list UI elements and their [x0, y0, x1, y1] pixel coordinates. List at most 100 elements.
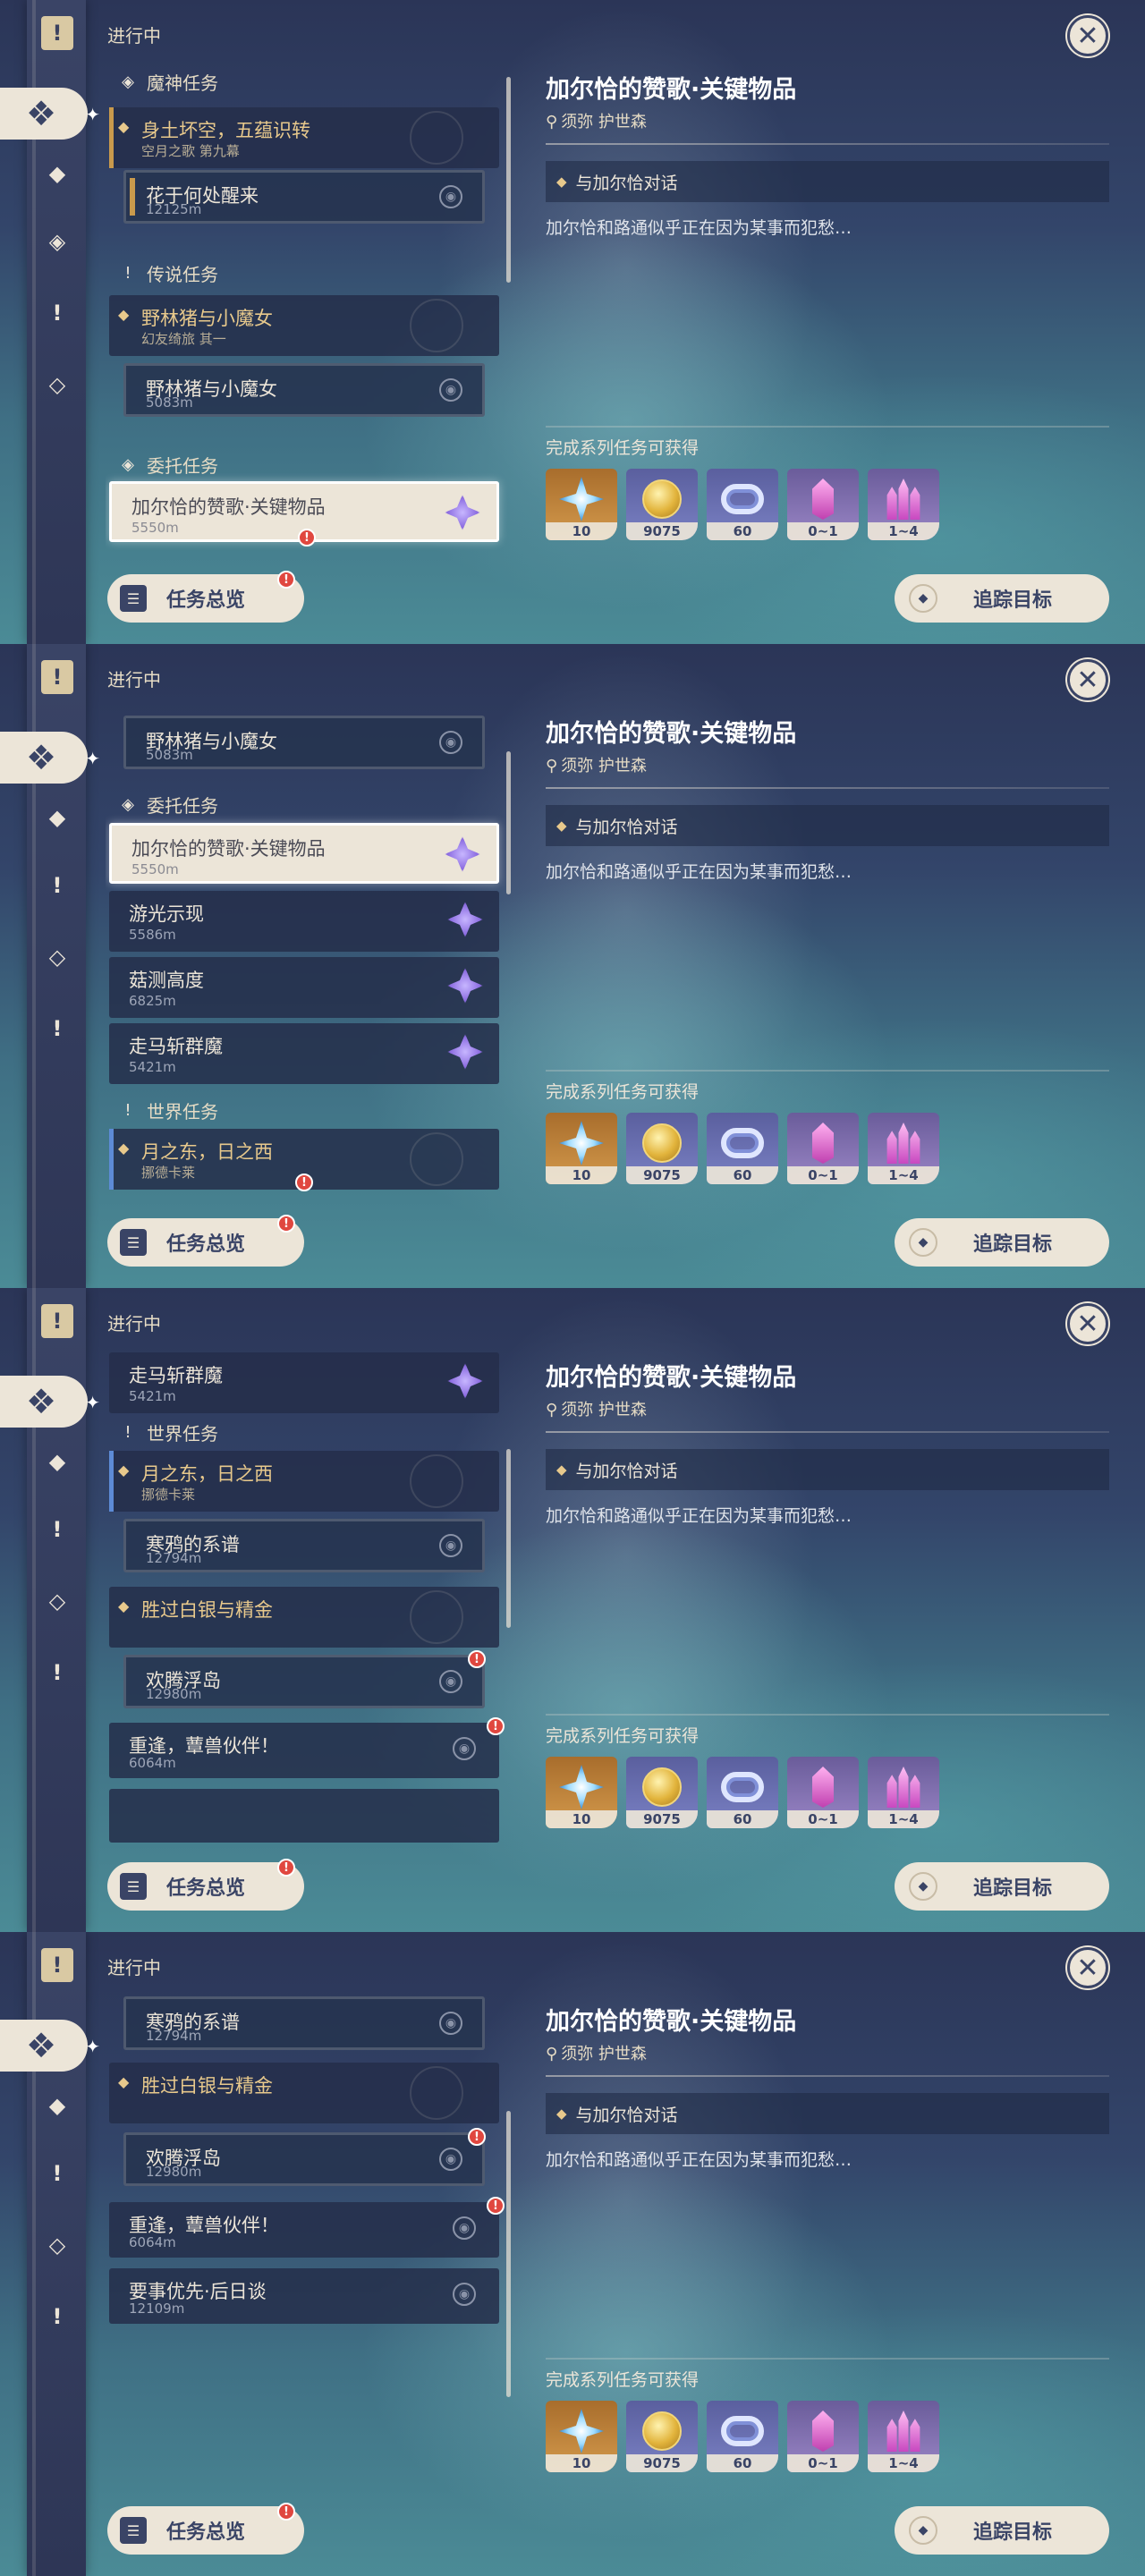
track-target-button[interactable]: ◆ 追踪目标 [895, 2506, 1109, 2555]
commission-icon: ◈ [122, 454, 134, 474]
sidebar-item-all-quests[interactable]: ❖ ✦ [0, 2020, 100, 2072]
legend-quest-filter-icon[interactable]: ◆ [43, 1447, 72, 1476]
bookmark-icon[interactable]: ! [41, 1948, 73, 1982]
reward-crystal[interactable]: 0~1 [787, 1757, 859, 1828]
quest-item[interactable]: ◆ 野林猪与小魔女 幻友绮旅 其一 [109, 295, 499, 356]
close-button[interactable]: ✕ [1067, 659, 1108, 700]
location-text: 须弥 护世森 [561, 757, 647, 775]
reward-crystal[interactable]: 0~1 [787, 2401, 859, 2472]
quest-step[interactable]: 欢腾浮岛 12980m ◉ ! [123, 1650, 486, 1708]
commission-filter-icon[interactable]: ◇ [43, 1587, 72, 1615]
scrollbar[interactable] [506, 77, 511, 283]
quest-item[interactable]: ◆ 胜过白银与精金 [109, 1587, 499, 1648]
quest-item[interactable]: 重逢，蕈兽伙伴！ 6064m ◉ ! [109, 2197, 505, 2258]
quest-item[interactable]: 要事优先·后日谈 12109m ◉ [109, 2268, 499, 2324]
location-pin-icon[interactable]: ◉ [453, 2216, 476, 2240]
scrollbar[interactable] [506, 2111, 511, 2397]
quest-item[interactable]: 走马斩群魔 5421m [109, 1352, 499, 1413]
close-button[interactable]: ✕ [1067, 1303, 1108, 1344]
story-quest-filter-icon[interactable]: ! [43, 2302, 72, 2331]
reward-mora[interactable]: 9075 [626, 469, 698, 540]
close-button[interactable]: ✕ [1067, 1947, 1108, 1988]
quest-list[interactable]: 野林猪与小魔女 5083m ◉ ◈ 委托任务 加尔恰的赞歌·关键物品 5550m … [106, 708, 508, 1199]
scrollbar[interactable] [506, 1449, 511, 1628]
location-pin-icon[interactable]: ◉ [453, 2283, 476, 2306]
track-target-button[interactable]: ◆ 追踪目标 [895, 574, 1109, 623]
location-pin-icon[interactable]: ◉ [439, 1670, 462, 1693]
location-pin-icon[interactable]: ◉ [439, 378, 462, 402]
scrollbar[interactable] [506, 751, 511, 894]
quest-step[interactable]: 野林猪与小魔女 5083m ◉ [123, 363, 485, 417]
legend-quest-filter-icon[interactable]: ◆ [43, 803, 72, 832]
sidebar-item-all-quests[interactable]: ❖ ✦ [0, 1376, 100, 1428]
reward-crystal[interactable]: 0~1 [787, 1113, 859, 1184]
commission-filter-icon[interactable]: ◇ [43, 370, 72, 399]
location-pin-icon[interactable]: ◉ [439, 731, 462, 754]
quest-item[interactable]: ◆ 胜过白银与精金 [109, 2063, 499, 2123]
legend-quest-filter-icon[interactable]: ◆ [43, 2091, 72, 2120]
commission-filter-icon[interactable]: ◇ [43, 2231, 72, 2259]
objective: ◆ 与加尔恰对话 [546, 805, 1109, 846]
quest-item[interactable]: 走马斩群魔 5421m [109, 1023, 499, 1084]
reward-fate[interactable]: 60 [707, 1113, 778, 1184]
quest-summary-button[interactable]: ☰ 任务总览! [107, 2503, 304, 2555]
reward-mora[interactable]: 9075 [626, 1113, 698, 1184]
reward-fate[interactable]: 60 [707, 469, 778, 540]
quest-summary-button[interactable]: ☰ 任务总览! [107, 571, 304, 623]
location-pin-icon[interactable]: ◉ [453, 1737, 476, 1760]
bookmark-icon[interactable]: ! [41, 1304, 73, 1338]
quest-item-selected[interactable]: 加尔恰的赞歌·关键物品 5550m ! [109, 481, 499, 547]
quest-summary-button[interactable]: ☰ 任务总览! [107, 1215, 304, 1267]
location-pin-icon[interactable]: ◉ [439, 2012, 462, 2035]
quest-step[interactable]: 欢腾浮岛 12980m ◉ ! [123, 2128, 486, 2186]
archon-quest-filter-icon[interactable]: ! [43, 871, 72, 900]
quest-item-partial[interactable] [109, 1789, 499, 1843]
reward-fate[interactable]: 60 [707, 2401, 778, 2472]
reward-primogem[interactable]: 10 [546, 2401, 617, 2472]
quest-item[interactable]: 游光示现 5586m [109, 891, 499, 952]
location-pin-icon[interactable]: ◉ [439, 185, 462, 208]
reward-fate[interactable]: 60 [707, 1757, 778, 1828]
reward-crystal[interactable]: 0~1 [787, 469, 859, 540]
track-target-button[interactable]: ◆ 追踪目标 [895, 1218, 1109, 1267]
quest-list[interactable]: 走马斩群魔 5421m ! 世界任务 ◆ 月之东，日之西 挪德卡莱 寒鸦的系谱 1… [106, 1352, 508, 1843]
quest-item[interactable]: 重逢，蕈兽伙伴！ 6064m ◉ ! [109, 1717, 505, 1778]
quest-list[interactable]: 寒鸦的系谱 12794m ◉ ◆ 胜过白银与精金 欢腾浮岛 12980m ◉ !… [106, 1996, 508, 2487]
reward-primogem[interactable]: 10 [546, 1113, 617, 1184]
archon-quest-filter-icon[interactable]: ! [43, 2159, 72, 2188]
bookmark-icon[interactable]: ! [41, 16, 73, 50]
close-button[interactable]: ✕ [1067, 15, 1108, 56]
reward-primogem[interactable]: 10 [546, 469, 617, 540]
track-target-button[interactable]: ◆ 追踪目标 [895, 1862, 1109, 1911]
bookmark-icon[interactable]: ! [41, 660, 73, 694]
quest-summary-button[interactable]: ☰ 任务总览! [107, 1859, 304, 1911]
story-quest-filter-icon[interactable]: ! [43, 1658, 72, 1687]
commission-filter-icon[interactable]: ◇ [43, 943, 72, 971]
story-quest-filter-icon[interactable]: ! [43, 299, 72, 327]
story-quest-filter-icon[interactable]: ! [43, 1014, 72, 1043]
sidebar-item-all-quests[interactable]: ❖ ✦ [0, 88, 100, 140]
quest-item[interactable]: 菇测高度 6825m [109, 957, 499, 1018]
quest-step[interactable]: 野林猪与小魔女 5083m ◉ [123, 716, 485, 769]
reward-crystal-cluster[interactable]: 1~4 [868, 1113, 939, 1184]
reward-crystal-cluster[interactable]: 1~4 [868, 2401, 939, 2472]
location-pin-icon[interactable]: ◉ [439, 2148, 462, 2171]
archon-quest-filter-icon[interactable]: ! [43, 1515, 72, 1544]
quest-list[interactable]: ◈ 魔神任务 ◆ 身土坏空，五蕴识转 空月之歌 第九幕 花于何处醒来 12125m… [106, 64, 508, 555]
quest-item[interactable]: ◆ 月之东，日之西 挪德卡莱 ! [109, 1129, 499, 1191]
reward-mora[interactable]: 9075 [626, 1757, 698, 1828]
quest-step[interactable]: 寒鸦的系谱 12794m ◉ [123, 1996, 485, 2050]
legend-quest-filter-icon[interactable]: ◆ [43, 159, 72, 188]
reward-mora[interactable]: 9075 [626, 2401, 698, 2472]
reward-primogem[interactable]: 10 [546, 1757, 617, 1828]
reward-crystal-cluster[interactable]: 1~4 [868, 1757, 939, 1828]
archon-quest-filter-icon[interactable]: ◈ [43, 227, 72, 256]
quest-step[interactable]: 寒鸦的系谱 12794m ◉ [123, 1519, 485, 1572]
quest-item-selected[interactable]: 加尔恰的赞歌·关键物品 5550m [109, 823, 499, 884]
reward-crystal-cluster[interactable]: 1~4 [868, 469, 939, 540]
sidebar-item-all-quests[interactable]: ❖ ✦ [0, 732, 100, 784]
quest-item[interactable]: ◆ 身土坏空，五蕴识转 空月之歌 第九幕 [109, 107, 499, 168]
quest-step[interactable]: 花于何处醒来 12125m ◉ [123, 170, 485, 224]
location-pin-icon[interactable]: ◉ [439, 1534, 462, 1557]
quest-item[interactable]: ◆ 月之东，日之西 挪德卡莱 [109, 1451, 499, 1512]
